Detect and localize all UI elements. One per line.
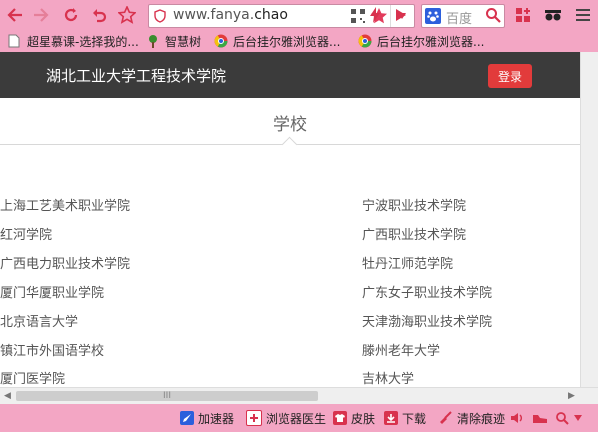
download-button[interactable]: 下载 <box>384 410 426 426</box>
horizontal-scrollbar[interactable]: ◀ III ▶ <box>0 387 598 405</box>
scroll-right-icon[interactable]: ▶ <box>568 391 575 401</box>
status-label: 加速器 <box>198 411 235 426</box>
school-link[interactable]: 广西职业技术学院 <box>362 224 466 243</box>
bookmark-item[interactable]: 后台挂尔雅浏览器... <box>358 33 484 49</box>
school-link[interactable]: 吉林大学 <box>362 368 414 387</box>
skin-button[interactable]: 皮肤 <box>333 410 375 426</box>
bookmark-item[interactable]: 超星慕课-选择我的... <box>8 33 139 49</box>
scroll-left-icon[interactable]: ◀ <box>4 391 11 401</box>
bookmark-label: 智慧树 <box>165 34 202 49</box>
page-content: 湖北工业大学工程技术学院 登录 学校 上海工艺美术职业学院 红河学院 广西电力职… <box>0 52 580 387</box>
scrollbar-thumb[interactable]: III <box>16 391 318 401</box>
school-link[interactable]: 天津渤海职业技术学院 <box>362 311 492 330</box>
section-title: 学校 <box>273 115 307 135</box>
school-link[interactable]: 厦门医学院 <box>0 368 65 387</box>
site-title: 湖北工业大学工程技术学院 <box>46 67 227 85</box>
url-text: www.fanya.chao <box>173 7 288 23</box>
back-arrow-icon[interactable] <box>4 4 26 26</box>
chrome-icon <box>214 34 228 48</box>
bookmark-label: 超星慕课-选择我的... <box>27 34 139 49</box>
status-bar: 加速器 浏览器医生 皮肤 下载 清除痕迹 <box>0 404 598 432</box>
bookmark-label: 后台挂尔雅浏览器... <box>233 34 341 49</box>
school-link[interactable]: 宁波职业技术学院 <box>362 195 466 214</box>
browser-doctor-button[interactable]: 浏览器医生 <box>246 410 326 426</box>
vertical-scrollbar[interactable] <box>580 52 598 387</box>
bookmark-item[interactable]: 后台挂尔雅浏览器... <box>214 33 340 49</box>
login-button[interactable]: 登录 <box>488 64 532 88</box>
star-icon[interactable] <box>116 4 138 26</box>
chevron-down-icon[interactable] <box>574 410 582 426</box>
menu-icon[interactable] <box>572 4 594 26</box>
undo-icon[interactable] <box>88 4 110 26</box>
status-label: 浏览器医生 <box>266 411 327 426</box>
zoom-icon[interactable] <box>555 410 569 426</box>
shirt-icon <box>333 411 347 425</box>
accelerator-button[interactable]: 加速器 <box>180 410 234 426</box>
school-link[interactable]: 红河学院 <box>0 224 52 243</box>
medkit-icon <box>246 410 262 426</box>
page-icon <box>8 34 22 48</box>
shield-icon <box>152 8 168 24</box>
rocket-icon <box>180 411 194 425</box>
mask-icon[interactable] <box>542 4 564 26</box>
site-header: 湖北工业大学工程技术学院 登录 <box>0 52 580 98</box>
chrome-icon <box>358 34 372 48</box>
lightning-icon[interactable] <box>364 4 386 26</box>
school-link[interactable]: 滕州老年大学 <box>362 340 440 359</box>
forward-arrow-icon[interactable] <box>30 4 52 26</box>
status-label: 下载 <box>402 411 427 426</box>
broom-icon <box>439 411 453 425</box>
status-label: 清除痕迹 <box>457 411 506 426</box>
browser-toolbar: www.fanya.chao 百度 <box>0 0 598 30</box>
bookmarks-bar: 超星慕课-选择我的... 智慧树 后台挂尔雅浏览器... 后台挂尔雅浏览器... <box>0 30 598 52</box>
search-icon[interactable] <box>482 4 504 26</box>
school-link[interactable]: 广西电力职业技术学院 <box>0 253 130 272</box>
school-link[interactable]: 北京语言大学 <box>0 311 78 330</box>
apps-icon[interactable] <box>512 4 534 26</box>
tree-icon <box>146 34 160 48</box>
school-link[interactable]: 上海工艺美术职业学院 <box>0 195 130 214</box>
school-link[interactable]: 厦门华厦职业学院 <box>0 282 104 301</box>
status-label: 皮肤 <box>351 411 376 426</box>
search-placeholder: 百度 <box>446 12 473 27</box>
school-link[interactable]: 镇江市外国语学校 <box>0 340 104 359</box>
download-icon <box>384 411 398 425</box>
volume-icon[interactable] <box>510 410 524 426</box>
play-icon[interactable] <box>390 4 412 26</box>
baidu-icon <box>425 8 441 24</box>
reload-icon[interactable] <box>60 4 82 26</box>
school-link[interactable]: 广东女子职业技术学院 <box>362 282 492 301</box>
section-caret <box>281 136 298 153</box>
bookmark-item[interactable]: 智慧树 <box>146 33 201 49</box>
clear-traces-button[interactable]: 清除痕迹 <box>439 410 505 426</box>
shoe-icon[interactable] <box>532 410 548 426</box>
bookmark-label: 后台挂尔雅浏览器... <box>377 34 485 49</box>
school-link[interactable]: 牡丹江师范学院 <box>362 253 453 272</box>
